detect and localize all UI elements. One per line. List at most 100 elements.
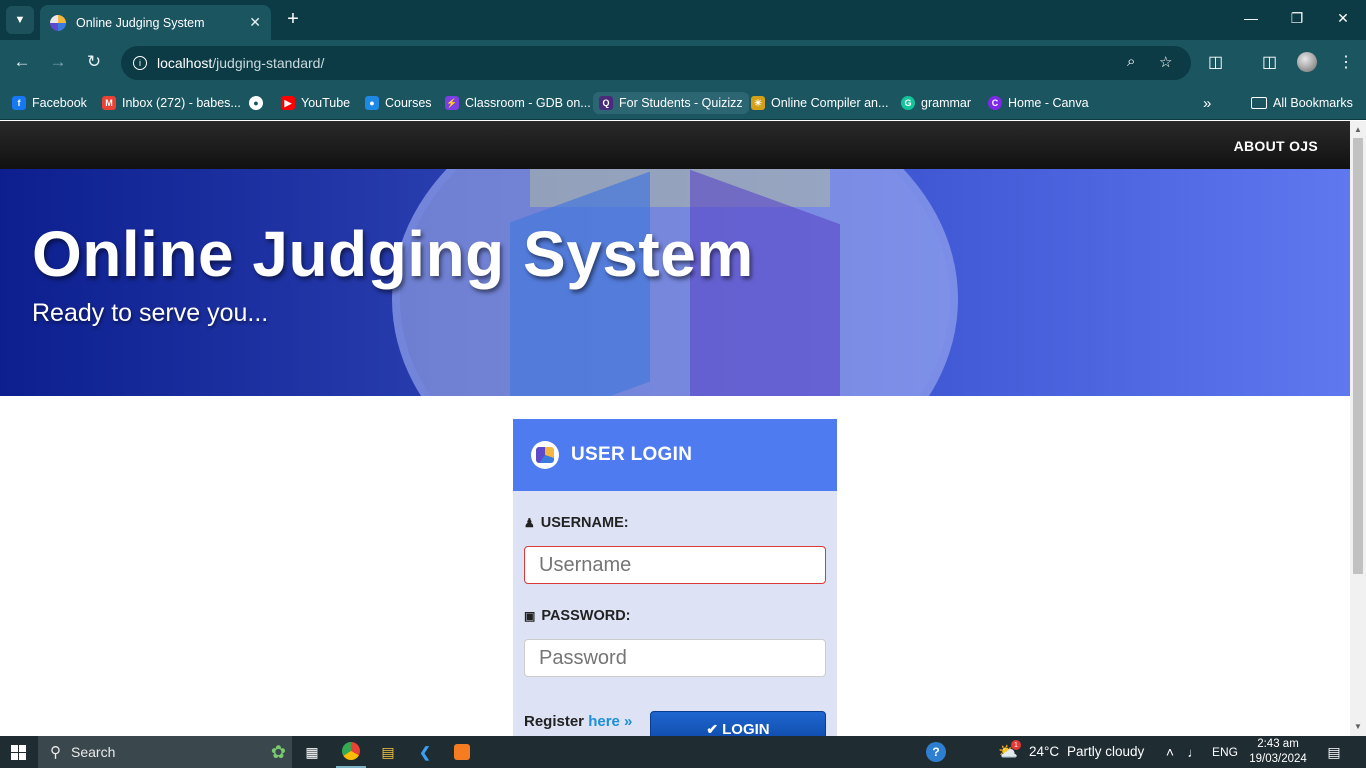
bookmark-label: Facebook: [32, 96, 87, 110]
scroll-thumb[interactable]: [1353, 138, 1363, 574]
weather-badge: 1: [1011, 740, 1021, 750]
login-panel: USER LOGIN ♟ USERNAME: ▣ PASSWORD: Regis…: [513, 419, 837, 736]
close-window-button[interactable]: ✕: [1331, 10, 1355, 27]
side-panel-icon[interactable]: ◫: [1262, 52, 1277, 72]
bookmark-label: For Students - Quizizz: [619, 96, 743, 110]
bookmark-label: Inbox (272) - babes...: [122, 96, 241, 110]
clock-time: 2:43 am: [1257, 738, 1299, 750]
search-icon: ⚲: [50, 744, 61, 761]
bookmark-gmail[interactable]: M Inbox (272) - babes...: [102, 92, 241, 114]
register-link[interactable]: here »: [588, 713, 632, 730]
close-tab-icon[interactable]: ✕: [249, 14, 261, 31]
vscode-icon[interactable]: ❮: [410, 736, 440, 768]
scroll-down-icon[interactable]: ▼: [1354, 722, 1362, 731]
username-label-text: USERNAME:: [540, 515, 629, 531]
zoom-icon[interactable]: ⌕: [1127, 53, 1135, 70]
taskbar-clock[interactable]: 2:43 am 19/03/2024: [1246, 737, 1310, 767]
task-view-icon[interactable]: ▦: [298, 736, 326, 768]
password-label-text: PASSWORD:: [541, 608, 631, 624]
windows-logo-icon: [10, 744, 26, 760]
notifications-icon[interactable]: ▤: [1322, 736, 1346, 768]
login-header: USER LOGIN: [513, 419, 837, 491]
password-label: ▣ PASSWORD:: [524, 608, 631, 624]
browser-tab-bar: ▼ Online Judging System ✕ + — ❐ ✕: [0, 0, 1366, 40]
tray-chevron-icon[interactable]: ˄: [1160, 736, 1180, 768]
search-label: Search: [71, 744, 116, 760]
profile-avatar[interactable]: [1297, 52, 1317, 72]
hero-banner: Online Judging System Ready to serve you…: [0, 169, 1350, 396]
lock-icon: ▣: [524, 609, 536, 623]
xampp-icon[interactable]: [447, 736, 477, 768]
clock-date: 19/03/2024: [1249, 753, 1307, 765]
bookmark-youtube[interactable]: ▶ YouTube: [281, 92, 350, 114]
bookmark-globe[interactable]: ●: [249, 92, 269, 114]
weather-desc[interactable]: Partly cloudy: [1067, 744, 1144, 759]
check-icon: ✔: [706, 720, 719, 737]
scroll-up-icon[interactable]: ▲: [1354, 125, 1362, 134]
minimize-button[interactable]: —: [1239, 10, 1263, 26]
user-icon: ♟: [524, 516, 535, 530]
folder-icon: [1251, 97, 1267, 109]
facebook-icon: f: [12, 96, 26, 110]
bookmark-label: grammar: [921, 96, 972, 110]
bookmark-gdb[interactable]: ⚡ Classroom - GDB on...: [445, 92, 591, 114]
password-input[interactable]: [524, 639, 826, 677]
login-button[interactable]: ✔ LOGIN: [650, 711, 826, 736]
bookmark-quizizz[interactable]: Q For Students - Quizizz: [593, 92, 749, 114]
hero-title: Online Judging System: [32, 218, 754, 290]
bookmark-facebook[interactable]: f Facebook: [12, 92, 87, 114]
register-text: Register: [524, 713, 585, 730]
tab-title: Online Judging System: [76, 15, 205, 30]
taskbar-search[interactable]: ⚲ Search ✿: [38, 736, 292, 768]
nav-about-link[interactable]: ABOUT OJS: [1234, 138, 1318, 154]
youtube-icon: ▶: [281, 96, 295, 110]
more-menu-icon[interactable]: ⋮: [1338, 52, 1354, 72]
bookmark-canva[interactable]: C Home - Canva: [988, 92, 1089, 114]
address-bar[interactable]: i localhost/judging-standard/ ⌕ ☆: [121, 46, 1191, 80]
page-content: ABOUT OJS Online Judging System Ready to…: [0, 121, 1350, 736]
help-icon[interactable]: ?: [924, 736, 948, 768]
login-title: USER LOGIN: [571, 444, 693, 465]
browser-tab[interactable]: Online Judging System ✕: [40, 5, 271, 40]
site-info-icon[interactable]: i: [133, 56, 147, 70]
globe-icon: ●: [249, 96, 263, 110]
more-bookmarks-icon[interactable]: »: [1203, 92, 1211, 114]
bookmark-label: Home - Canva: [1008, 96, 1089, 110]
all-bookmarks-label: All Bookmarks: [1273, 96, 1353, 110]
new-tab-button[interactable]: +: [282, 8, 304, 31]
bookmark-grammar[interactable]: Ggrammar: [901, 92, 971, 114]
weather-temp[interactable]: 24°C: [1029, 744, 1059, 759]
restore-button[interactable]: ❐: [1285, 10, 1309, 27]
url-host: localhost: [157, 55, 213, 71]
search-highlight-icon: ✿: [270, 741, 286, 762]
forward-button[interactable]: →: [46, 52, 70, 72]
language-indicator[interactable]: ENG: [1212, 745, 1238, 759]
extensions-icon[interactable]: ◫: [1208, 52, 1223, 72]
grammarly-icon: G: [901, 96, 915, 110]
ojs-favicon-icon: [50, 14, 66, 31]
bookmark-compiler[interactable]: ☀ Online Compiler an...: [751, 92, 888, 114]
classroom-icon: ●: [365, 96, 379, 110]
gmail-icon: M: [102, 96, 116, 110]
page-scrollbar[interactable]: ▲ ▼: [1350, 121, 1366, 736]
compiler-icon: ☀: [751, 96, 765, 110]
volume-icon[interactable]: ♩: [1184, 736, 1204, 768]
username-input[interactable]: [524, 546, 826, 584]
login-button-label: LOGIN: [722, 720, 770, 737]
file-explorer-icon[interactable]: ▤: [373, 736, 403, 768]
start-button[interactable]: [0, 736, 36, 768]
all-bookmarks-folder[interactable]: All Bookmarks: [1251, 92, 1353, 114]
ojs-logo-icon: [531, 441, 559, 469]
browser-toolbar: ← → ↻ i localhost/judging-standard/ ⌕ ☆ …: [0, 40, 1366, 86]
register-prompt: Register here »: [524, 713, 632, 730]
quizizz-icon: Q: [599, 96, 613, 110]
bookmark-label: Online Compiler an...: [771, 96, 889, 110]
reload-button[interactable]: ↻: [82, 52, 106, 72]
site-navbar: ABOUT OJS: [0, 121, 1350, 169]
chrome-taskbar-icon[interactable]: [336, 736, 366, 768]
bookmark-courses[interactable]: ● Courses: [365, 92, 432, 114]
canva-icon: C: [988, 96, 1002, 110]
tab-search-button[interactable]: ▼: [6, 6, 34, 34]
back-button[interactable]: ←: [10, 52, 34, 72]
bookmark-star-icon[interactable]: ☆: [1159, 53, 1172, 71]
